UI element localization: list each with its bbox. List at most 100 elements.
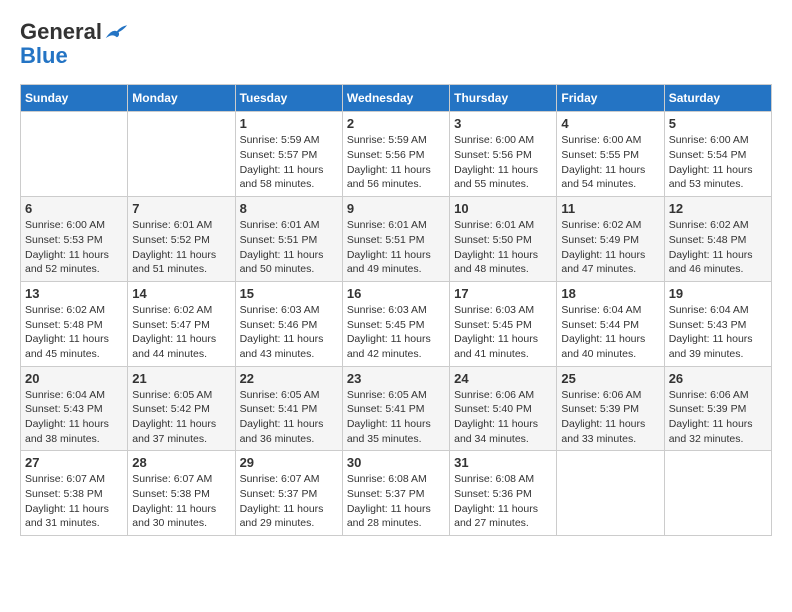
day-detail: Sunrise: 6:00 AM Sunset: 5:56 PM Dayligh… bbox=[454, 133, 552, 192]
day-detail: Sunrise: 6:05 AM Sunset: 5:42 PM Dayligh… bbox=[132, 388, 230, 447]
calendar-cell: 30Sunrise: 6:08 AM Sunset: 5:37 PM Dayli… bbox=[342, 451, 449, 536]
day-number: 12 bbox=[669, 201, 767, 216]
weekday-header: Thursday bbox=[450, 85, 557, 112]
calendar-cell: 22 Sunrise: 6:05 AM Sunset: 5:41 PM Dayli… bbox=[235, 366, 342, 451]
day-number: 20 bbox=[25, 371, 123, 386]
day-number: 7 bbox=[132, 201, 230, 216]
calendar-cell: 26Sunrise: 6:06 AM Sunset: 5:39 PM Dayli… bbox=[664, 366, 771, 451]
day-detail: Sunrise: 6:03 AM Sunset: 5:45 PM Dayligh… bbox=[454, 303, 552, 362]
calendar-cell: 10 Sunrise: 6:01 AM Sunset: 5:50 PM Dayli… bbox=[450, 197, 557, 282]
day-number: 26 bbox=[669, 371, 767, 386]
day-number: 17 bbox=[454, 286, 552, 301]
calendar-week-row: 1Sunrise: 5:59 AM Sunset: 5:57 PM Daylig… bbox=[21, 112, 772, 197]
day-number: 13 bbox=[25, 286, 123, 301]
calendar-cell: 7 Sunrise: 6:01 AM Sunset: 5:52 PM Daylig… bbox=[128, 197, 235, 282]
day-number: 28 bbox=[132, 455, 230, 470]
day-number: 4 bbox=[561, 116, 659, 131]
calendar-cell: 16 Sunrise: 6:03 AM Sunset: 5:45 PM Dayli… bbox=[342, 281, 449, 366]
day-detail: Sunrise: 5:59 AM Sunset: 5:56 PM Dayligh… bbox=[347, 133, 445, 192]
calendar-cell: 17 Sunrise: 6:03 AM Sunset: 5:45 PM Dayli… bbox=[450, 281, 557, 366]
day-number: 30 bbox=[347, 455, 445, 470]
calendar-cell: 27 Sunrise: 6:07 AM Sunset: 5:38 PM Dayli… bbox=[21, 451, 128, 536]
day-number: 27 bbox=[25, 455, 123, 470]
day-detail: Sunrise: 6:02 AM Sunset: 5:48 PM Dayligh… bbox=[669, 218, 767, 277]
calendar-cell: 21 Sunrise: 6:05 AM Sunset: 5:42 PM Dayli… bbox=[128, 366, 235, 451]
day-number: 3 bbox=[454, 116, 552, 131]
calendar-cell: 20 Sunrise: 6:04 AM Sunset: 5:43 PM Dayli… bbox=[21, 366, 128, 451]
calendar-cell bbox=[21, 112, 128, 197]
calendar-cell: 29Sunrise: 6:07 AM Sunset: 5:37 PM Dayli… bbox=[235, 451, 342, 536]
weekday-header: Tuesday bbox=[235, 85, 342, 112]
day-detail: Sunrise: 6:03 AM Sunset: 5:45 PM Dayligh… bbox=[347, 303, 445, 362]
day-number: 2 bbox=[347, 116, 445, 131]
calendar-week-row: 27 Sunrise: 6:07 AM Sunset: 5:38 PM Dayli… bbox=[21, 451, 772, 536]
calendar-cell: 14 Sunrise: 6:02 AM Sunset: 5:47 PM Dayli… bbox=[128, 281, 235, 366]
day-number: 16 bbox=[347, 286, 445, 301]
calendar-week-row: 20 Sunrise: 6:04 AM Sunset: 5:43 PM Dayli… bbox=[21, 366, 772, 451]
day-detail: Sunrise: 6:04 AM Sunset: 5:43 PM Dayligh… bbox=[25, 388, 123, 447]
day-detail: Sunrise: 6:04 AM Sunset: 5:44 PM Dayligh… bbox=[561, 303, 659, 362]
calendar-cell: 12 Sunrise: 6:02 AM Sunset: 5:48 PM Dayli… bbox=[664, 197, 771, 282]
day-number: 9 bbox=[347, 201, 445, 216]
day-number: 31 bbox=[454, 455, 552, 470]
day-detail: Sunrise: 6:00 AM Sunset: 5:54 PM Dayligh… bbox=[669, 133, 767, 192]
calendar-week-row: 6Sunrise: 6:00 AM Sunset: 5:53 PM Daylig… bbox=[21, 197, 772, 282]
logo-general-text: General bbox=[20, 19, 102, 44]
logo-bird-icon bbox=[104, 24, 128, 42]
calendar-cell bbox=[128, 112, 235, 197]
calendar-cell: 11 Sunrise: 6:02 AM Sunset: 5:49 PM Dayli… bbox=[557, 197, 664, 282]
day-number: 24 bbox=[454, 371, 552, 386]
day-number: 18 bbox=[561, 286, 659, 301]
calendar-cell: 4 Sunrise: 6:00 AM Sunset: 5:55 PM Daylig… bbox=[557, 112, 664, 197]
day-number: 8 bbox=[240, 201, 338, 216]
day-detail: Sunrise: 6:03 AM Sunset: 5:46 PM Dayligh… bbox=[240, 303, 338, 362]
day-number: 10 bbox=[454, 201, 552, 216]
day-number: 15 bbox=[240, 286, 338, 301]
calendar-cell: 24Sunrise: 6:06 AM Sunset: 5:40 PM Dayli… bbox=[450, 366, 557, 451]
day-number: 19 bbox=[669, 286, 767, 301]
calendar-cell: 8 Sunrise: 6:01 AM Sunset: 5:51 PM Daylig… bbox=[235, 197, 342, 282]
day-detail: Sunrise: 6:02 AM Sunset: 5:49 PM Dayligh… bbox=[561, 218, 659, 277]
day-detail: Sunrise: 6:08 AM Sunset: 5:36 PM Dayligh… bbox=[454, 472, 552, 531]
day-detail: Sunrise: 6:05 AM Sunset: 5:41 PM Dayligh… bbox=[240, 388, 338, 447]
day-detail: Sunrise: 6:05 AM Sunset: 5:41 PM Dayligh… bbox=[347, 388, 445, 447]
day-detail: Sunrise: 6:00 AM Sunset: 5:53 PM Dayligh… bbox=[25, 218, 123, 277]
calendar-cell bbox=[664, 451, 771, 536]
logo: General Blue bbox=[20, 20, 128, 68]
day-detail: Sunrise: 6:07 AM Sunset: 5:37 PM Dayligh… bbox=[240, 472, 338, 531]
calendar-cell: 9 Sunrise: 6:01 AM Sunset: 5:51 PM Daylig… bbox=[342, 197, 449, 282]
day-detail: Sunrise: 6:02 AM Sunset: 5:47 PM Dayligh… bbox=[132, 303, 230, 362]
weekday-header: Saturday bbox=[664, 85, 771, 112]
calendar-cell: 19 Sunrise: 6:04 AM Sunset: 5:43 PM Dayli… bbox=[664, 281, 771, 366]
calendar-cell: 1Sunrise: 5:59 AM Sunset: 5:57 PM Daylig… bbox=[235, 112, 342, 197]
day-detail: Sunrise: 6:04 AM Sunset: 5:43 PM Dayligh… bbox=[669, 303, 767, 362]
weekday-header: Wednesday bbox=[342, 85, 449, 112]
day-number: 21 bbox=[132, 371, 230, 386]
calendar-cell: 15 Sunrise: 6:03 AM Sunset: 5:46 PM Dayli… bbox=[235, 281, 342, 366]
calendar-cell: 3 Sunrise: 6:00 AM Sunset: 5:56 PM Daylig… bbox=[450, 112, 557, 197]
day-number: 22 bbox=[240, 371, 338, 386]
day-detail: Sunrise: 6:01 AM Sunset: 5:52 PM Dayligh… bbox=[132, 218, 230, 277]
day-detail: Sunrise: 6:07 AM Sunset: 5:38 PM Dayligh… bbox=[132, 472, 230, 531]
calendar-cell: 5 Sunrise: 6:00 AM Sunset: 5:54 PM Daylig… bbox=[664, 112, 771, 197]
calendar-table: SundayMondayTuesdayWednesdayThursdayFrid… bbox=[20, 84, 772, 536]
calendar-cell: 18 Sunrise: 6:04 AM Sunset: 5:44 PM Dayli… bbox=[557, 281, 664, 366]
weekday-header: Friday bbox=[557, 85, 664, 112]
day-detail: Sunrise: 6:07 AM Sunset: 5:38 PM Dayligh… bbox=[25, 472, 123, 531]
day-number: 14 bbox=[132, 286, 230, 301]
day-detail: Sunrise: 6:01 AM Sunset: 5:50 PM Dayligh… bbox=[454, 218, 552, 277]
day-number: 5 bbox=[669, 116, 767, 131]
calendar-cell: 23 Sunrise: 6:05 AM Sunset: 5:41 PM Dayli… bbox=[342, 366, 449, 451]
day-number: 23 bbox=[347, 371, 445, 386]
day-detail: Sunrise: 6:00 AM Sunset: 5:55 PM Dayligh… bbox=[561, 133, 659, 192]
calendar-cell: 31 Sunrise: 6:08 AM Sunset: 5:36 PM Dayli… bbox=[450, 451, 557, 536]
calendar-header-row: SundayMondayTuesdayWednesdayThursdayFrid… bbox=[21, 85, 772, 112]
day-number: 11 bbox=[561, 201, 659, 216]
weekday-header: Sunday bbox=[21, 85, 128, 112]
day-detail: Sunrise: 6:01 AM Sunset: 5:51 PM Dayligh… bbox=[240, 218, 338, 277]
calendar-cell: 13 Sunrise: 6:02 AM Sunset: 5:48 PM Dayli… bbox=[21, 281, 128, 366]
day-detail: Sunrise: 6:02 AM Sunset: 5:48 PM Dayligh… bbox=[25, 303, 123, 362]
day-number: 1 bbox=[240, 116, 338, 131]
calendar-cell bbox=[557, 451, 664, 536]
day-detail: Sunrise: 6:01 AM Sunset: 5:51 PM Dayligh… bbox=[347, 218, 445, 277]
